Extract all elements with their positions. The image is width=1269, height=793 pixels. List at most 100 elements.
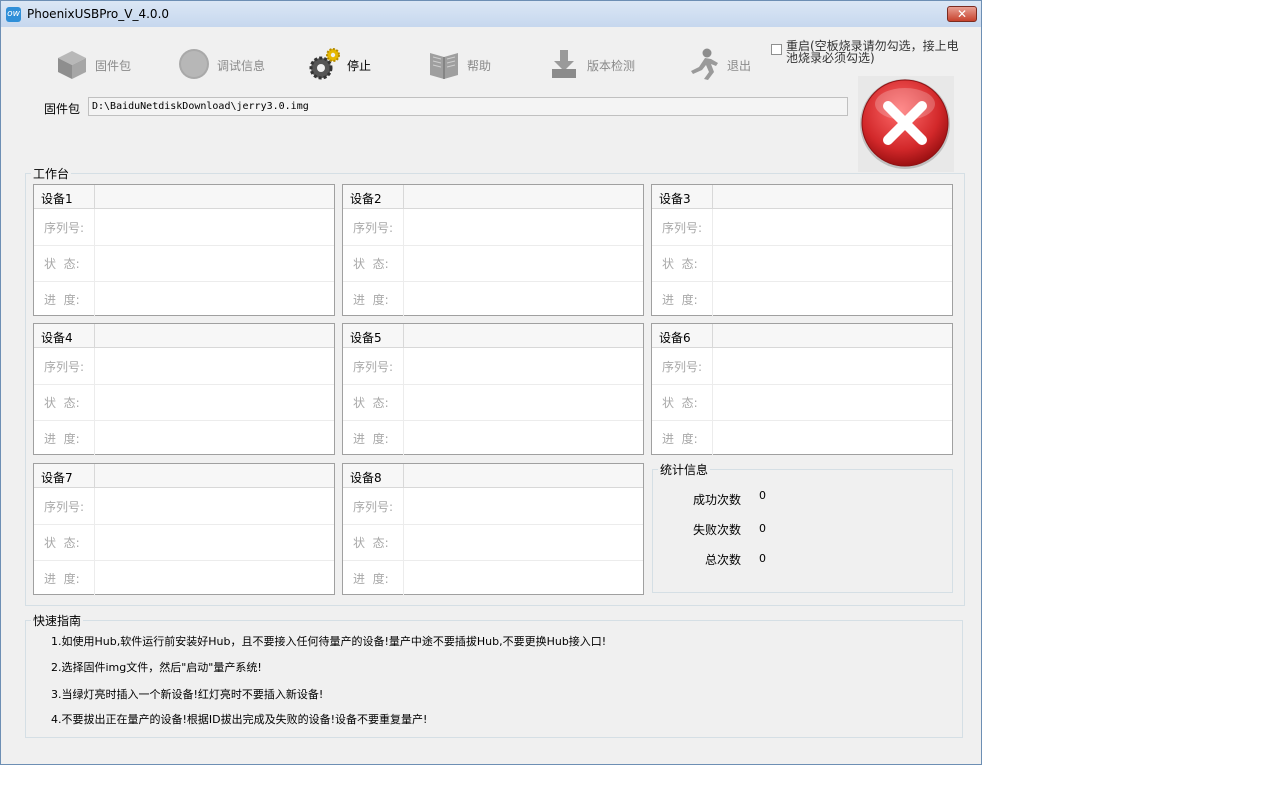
- column-divider: [403, 348, 404, 384]
- toolbar-firmware-label: 固件包: [95, 59, 132, 73]
- device-status-row: 状 态:: [343, 245, 643, 282]
- column-divider: [94, 524, 95, 560]
- device-name: 设备1: [41, 192, 73, 206]
- column-divider: [403, 488, 404, 524]
- window-close-button[interactable]: ✕: [947, 6, 977, 22]
- fail-count-value: 0: [759, 522, 766, 535]
- column-divider: [712, 324, 713, 347]
- device-header: 设备6: [652, 324, 952, 348]
- device-header: 设备5: [343, 324, 643, 348]
- device-serial-row: 序列号:: [34, 348, 334, 385]
- gears-icon: [309, 48, 340, 80]
- device-progress-row: 进 度:: [34, 281, 334, 317]
- column-divider: [403, 464, 404, 487]
- column-divider: [403, 245, 404, 281]
- device-panel: 设备4 序列号: 状 态: 进 度:: [33, 323, 335, 456]
- device-status-row: 状 态:: [34, 384, 334, 421]
- device-status-row: 状 态:: [652, 245, 952, 282]
- device-progress-row: 进 度:: [343, 420, 643, 456]
- status-label: 状 态:: [662, 257, 698, 271]
- column-divider: [712, 245, 713, 281]
- column-divider: [712, 281, 713, 317]
- progress-label: 进 度:: [44, 432, 80, 446]
- column-divider: [94, 281, 95, 317]
- toolbar-exit-button[interactable]: 退出: [687, 47, 757, 83]
- column-divider: [403, 324, 404, 347]
- download-icon: [552, 50, 576, 78]
- firmware-path-field[interactable]: D:\BaiduNetdiskDownload\jerry3.0.img: [88, 97, 848, 116]
- toolbar-firmware-button[interactable]: 固件包: [55, 47, 145, 83]
- device-progress-row: 进 度:: [34, 560, 334, 596]
- column-divider: [94, 384, 95, 420]
- success-count-value: 0: [759, 489, 766, 502]
- column-divider: [712, 348, 713, 384]
- total-count-value: 0: [759, 552, 766, 565]
- column-divider: [403, 209, 404, 245]
- device-name: 设备6: [659, 331, 691, 345]
- device-panel: 设备8 序列号: 状 态: 进 度:: [342, 463, 644, 596]
- toolbar-version-button[interactable]: 版本检测: [547, 47, 647, 83]
- device-serial-row: 序列号:: [343, 209, 643, 246]
- quick-guide-title: 快速指南: [31, 612, 84, 629]
- toolbar-stop-button[interactable]: 停止: [307, 47, 387, 83]
- device-header: 设备8: [343, 464, 643, 488]
- circle-icon: [179, 49, 209, 79]
- toolbar-debug-label: 调试信息: [217, 59, 266, 73]
- device-serial-row: 序列号:: [343, 348, 643, 385]
- device-name: 设备5: [350, 331, 382, 345]
- device-serial-row: 序列号:: [652, 348, 952, 385]
- progress-label: 进 度:: [44, 572, 80, 586]
- device-header: 设备7: [34, 464, 334, 488]
- status-label: 状 态:: [44, 257, 80, 271]
- serial-label: 序列号:: [44, 360, 85, 374]
- device-status-row: 状 态:: [34, 524, 334, 561]
- guide-line: 4.不要拔出正在量产的设备!根据ID拔出完成及失败的设备!设备不要重复量产!: [51, 713, 428, 726]
- serial-label: 序列号:: [662, 221, 703, 235]
- column-divider: [94, 324, 95, 347]
- serial-label: 序列号:: [353, 360, 394, 374]
- device-progress-row: 进 度:: [343, 281, 643, 317]
- package-icon: [58, 51, 86, 79]
- toolbar-help-button[interactable]: 帮助: [427, 47, 507, 83]
- title-bar: ow PhoenixUSBPro_V_4.0.0 ✕: [1, 1, 981, 27]
- serial-label: 序列号:: [662, 360, 703, 374]
- column-divider: [712, 209, 713, 245]
- device-status-row: 状 态:: [343, 524, 643, 561]
- column-divider: [403, 185, 404, 208]
- restart-checkbox-label: 重启(空板烧录请勿勾选，接上电池烧录必须勾选): [786, 39, 959, 65]
- status-label: 状 态:: [44, 396, 80, 410]
- stats-title: 统计信息: [658, 461, 711, 478]
- device-header: 设备2: [343, 185, 643, 209]
- device-panel: 设备2 序列号: 状 态: 进 度:: [342, 184, 644, 317]
- device-panel: 设备1 序列号: 状 态: 进 度:: [33, 184, 335, 317]
- column-divider: [94, 488, 95, 524]
- column-divider: [94, 209, 95, 245]
- success-count-label: 成功次数: [692, 493, 741, 507]
- device-serial-row: 序列号:: [34, 488, 334, 525]
- toolbar-help-label: 帮助: [467, 59, 492, 73]
- total-count-label: 总次数: [704, 553, 741, 567]
- device-status-row: 状 态:: [343, 384, 643, 421]
- workbench-title: 工作台: [31, 165, 72, 182]
- column-divider: [94, 464, 95, 487]
- book-icon: [430, 53, 458, 79]
- app-logo-icon: ow: [6, 7, 21, 22]
- restart-checkbox[interactable]: [771, 44, 782, 55]
- column-divider: [403, 281, 404, 317]
- device-progress-row: 进 度:: [652, 420, 952, 456]
- device-header: 设备1: [34, 185, 334, 209]
- column-divider: [94, 185, 95, 208]
- serial-label: 序列号:: [44, 500, 85, 514]
- column-divider: [403, 524, 404, 560]
- device-name: 设备8: [350, 471, 382, 485]
- device-name: 设备7: [41, 471, 73, 485]
- column-divider: [94, 420, 95, 456]
- column-divider: [403, 420, 404, 456]
- device-serial-row: 序列号:: [34, 209, 334, 246]
- stop-status-icon[interactable]: [858, 76, 954, 172]
- device-progress-row: 进 度:: [34, 420, 334, 456]
- toolbar-stop-label: 停止: [347, 59, 372, 73]
- device-name: 设备2: [350, 192, 382, 206]
- toolbar-debug-button[interactable]: 调试信息: [177, 47, 277, 83]
- toolbar-version-label: 版本检测: [587, 59, 636, 73]
